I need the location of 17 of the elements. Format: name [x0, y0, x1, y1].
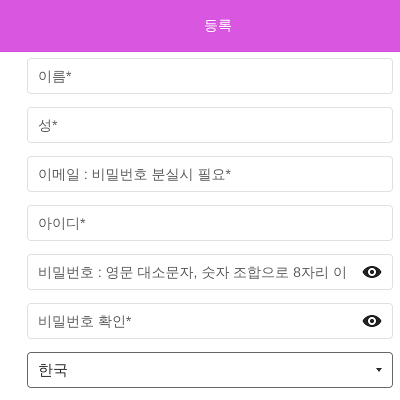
eye-icon[interactable]	[362, 314, 382, 328]
placeholder-text[interactable]: 비밀번호 : 영문 대소문자, 숫자 조합으로 8자리 이	[38, 264, 362, 280]
placeholder-text[interactable]: 비밀번호 확인*	[38, 313, 362, 329]
eye-icon[interactable]	[362, 265, 382, 279]
password-field[interactable]: 비밀번호 : 영문 대소문자, 숫자 조합으로 8자리 이	[27, 254, 393, 290]
password-field[interactable]: 비밀번호 확인*	[27, 303, 393, 339]
input-field[interactable]: 이메일 : 비밀번호 분실시 필요*	[27, 156, 393, 192]
placeholder-text[interactable]: 이름*	[38, 68, 382, 84]
input-field[interactable]: 이름*	[27, 58, 393, 94]
input-field[interactable]: 아이디*	[27, 205, 393, 241]
country-select[interactable]: 한국	[27, 352, 393, 388]
placeholder-text[interactable]: 성*	[38, 117, 382, 133]
placeholder-text[interactable]: 아이디*	[38, 215, 382, 231]
input-field[interactable]: 성*	[27, 107, 393, 143]
caret-icon	[376, 368, 382, 372]
placeholder-text[interactable]: 이메일 : 비밀번호 분실시 필요*	[38, 166, 382, 182]
header-title: 등록	[204, 17, 232, 35]
